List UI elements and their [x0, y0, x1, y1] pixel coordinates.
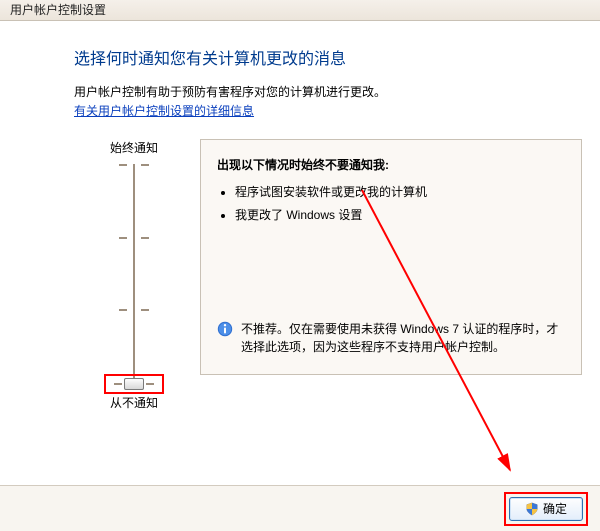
- slider-thumb[interactable]: [124, 378, 144, 390]
- content-area: 选择何时通知您有关计算机更改的消息 用户帐户控制有助于预防有害程序对您的计算机进…: [0, 21, 600, 411]
- slider-track-wrap[interactable]: [104, 164, 164, 384]
- info-panel: 出现以下情况时始终不要通知我: 程序试图安装软件或更改我的计算机 我更改了 Wi…: [200, 139, 582, 375]
- slider-thumb-highlight: [104, 374, 164, 394]
- info-bullet: 我更改了 Windows 设置: [235, 206, 565, 223]
- info-icon: [217, 321, 233, 337]
- info-warning-row: 不推荐。仅在需要使用未获得 Windows 7 认证的程序时，才选择此选项，因为…: [217, 320, 565, 356]
- info-top: 出现以下情况时始终不要通知我: 程序试图安装软件或更改我的计算机 我更改了 Wi…: [217, 156, 565, 229]
- ok-button-label: 确定: [543, 500, 567, 517]
- window-title: 用户帐户控制设置: [10, 3, 106, 17]
- slider-tick: [119, 237, 149, 238]
- slider-tick: [146, 383, 154, 385]
- slider-column: 始终通知 从不通知: [74, 139, 194, 411]
- slider-tick: [114, 383, 122, 385]
- info-bullet: 程序试图安装软件或更改我的计算机: [235, 183, 565, 200]
- ok-button[interactable]: 确定: [509, 497, 583, 521]
- slider-tick: [119, 164, 149, 165]
- info-warning-text: 不推荐。仅在需要使用未获得 Windows 7 认证的程序时，才选择此选项，因为…: [241, 320, 565, 356]
- slider-top-label: 始终通知: [110, 139, 158, 156]
- shield-icon: [525, 502, 539, 516]
- slider-bottom-label: 从不通知: [110, 394, 158, 411]
- body-row: 始终通知 从不通知 出现以下情况时始终不要通知我: 程序试图安装软件或更改我的计…: [74, 139, 582, 411]
- info-headline: 出现以下情况时始终不要通知我:: [217, 156, 565, 173]
- page-heading: 选择何时通知您有关计算机更改的消息: [74, 45, 582, 69]
- slider-track: [133, 164, 135, 384]
- button-bar: 确定: [0, 485, 600, 531]
- ok-button-highlight: 确定: [504, 492, 588, 526]
- intro-text: 用户帐户控制有助于预防有害程序对您的计算机进行更改。: [74, 83, 582, 100]
- help-link[interactable]: 有关用户帐户控制设置的详细信息: [74, 102, 254, 119]
- slider-tick: [119, 309, 149, 310]
- info-bullet-list: 程序试图安装软件或更改我的计算机 我更改了 Windows 设置: [235, 183, 565, 223]
- window-titlebar: 用户帐户控制设置: [0, 0, 600, 21]
